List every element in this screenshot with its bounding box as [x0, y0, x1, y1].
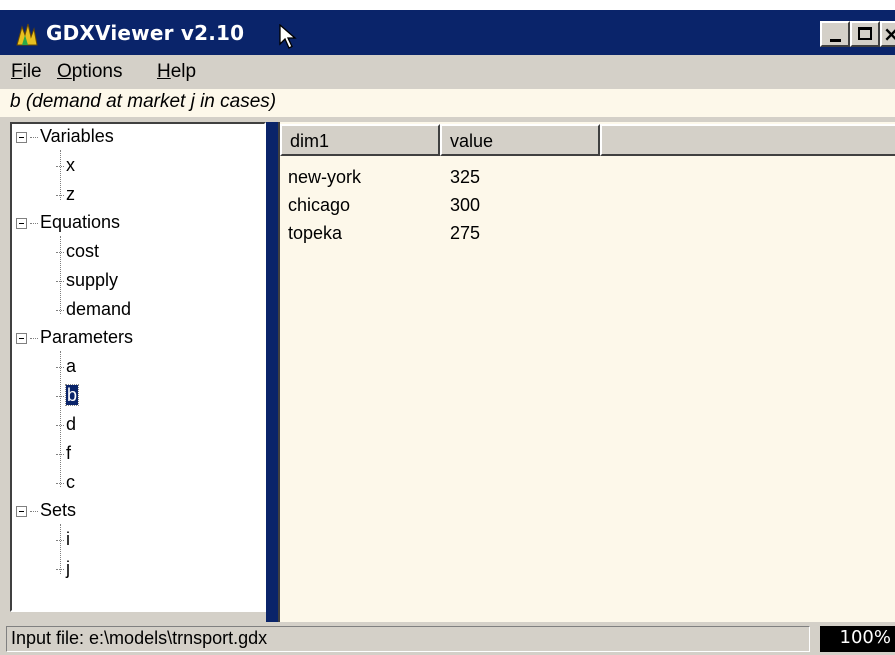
column-header-value[interactable]: value	[440, 124, 600, 156]
tree-item-x[interactable]: x	[56, 155, 75, 183]
status-bar: Input file: e:\models\trnsport.gdx 100%	[0, 622, 895, 655]
column-header-empty	[600, 124, 895, 156]
tree-group-equations[interactable]: Equations	[16, 212, 120, 240]
tree-item-c[interactable]: c	[56, 472, 75, 500]
minus-box-icon[interactable]	[16, 131, 27, 143]
tree-item-z[interactable]: z	[56, 184, 75, 212]
panel-splitter[interactable]	[266, 122, 278, 624]
tree-item-cost[interactable]: cost	[56, 241, 99, 269]
tree-item-supply[interactable]: supply	[56, 270, 118, 298]
tree-group-variables[interactable]: Variables	[16, 126, 114, 154]
minus-box-icon[interactable]	[16, 505, 27, 517]
tree-item-i[interactable]: i	[56, 529, 70, 557]
window-title: GDXViewer v2.10	[46, 21, 245, 45]
grid-cell[interactable]: topeka	[288, 223, 342, 244]
tree-item-b[interactable]: b	[56, 384, 80, 413]
grid-cell[interactable]: chicago	[288, 195, 350, 216]
minus-box-icon[interactable]	[16, 217, 27, 229]
grid-cell[interactable]: 300	[450, 195, 480, 216]
tree-item-d[interactable]: d	[56, 414, 76, 442]
status-input-file: Input file: e:\models\trnsport.gdx	[6, 626, 810, 652]
maximize-button[interactable]	[850, 21, 880, 47]
selected-tree-label: b	[64, 384, 80, 406]
grid-header: dim1 value	[280, 124, 895, 156]
symbol-tree[interactable]: Variables x z Equations cost supply dema…	[10, 122, 266, 612]
close-icon: ×	[883, 22, 895, 46]
minus-box-icon[interactable]	[16, 332, 27, 344]
grid-cell[interactable]: 325	[450, 167, 480, 188]
tree-group-sets[interactable]: Sets	[16, 500, 76, 528]
tree-item-j[interactable]: j	[56, 558, 70, 586]
tree-item-f[interactable]: f	[56, 443, 71, 471]
minimize-button[interactable]	[820, 21, 850, 47]
title-bar[interactable]: GDXViewer v2.10 ×	[0, 10, 895, 55]
menu-options[interactable]: Options	[57, 61, 122, 83]
grid-cell[interactable]: 275	[450, 223, 480, 244]
maximize-icon	[858, 27, 872, 40]
data-grid[interactable]: dim1 value new-york 325 chicago 300 tope…	[278, 122, 895, 624]
close-button[interactable]: ×	[880, 21, 895, 47]
gdxviewer-window: GDXViewer v2.10 × File Options Help b (d…	[0, 10, 895, 655]
column-header-dim1[interactable]: dim1	[280, 124, 440, 156]
tree-group-parameters[interactable]: Parameters	[16, 327, 133, 355]
status-progress: 100%	[820, 626, 895, 652]
minimize-icon	[830, 39, 841, 42]
tree-item-demand[interactable]: demand	[56, 299, 131, 327]
grid-cell[interactable]: new-york	[288, 167, 361, 188]
app-icon	[16, 23, 38, 46]
menu-file[interactable]: File	[11, 61, 42, 83]
tree-item-a[interactable]: a	[56, 356, 76, 384]
menu-bar: File Options Help	[0, 55, 895, 89]
menu-help[interactable]: Help	[157, 61, 196, 83]
mouse-cursor-icon	[279, 24, 297, 49]
symbol-description: b (demand at market j in cases)	[10, 91, 277, 112]
symbol-description-bar: b (demand at market j in cases)	[0, 89, 895, 117]
